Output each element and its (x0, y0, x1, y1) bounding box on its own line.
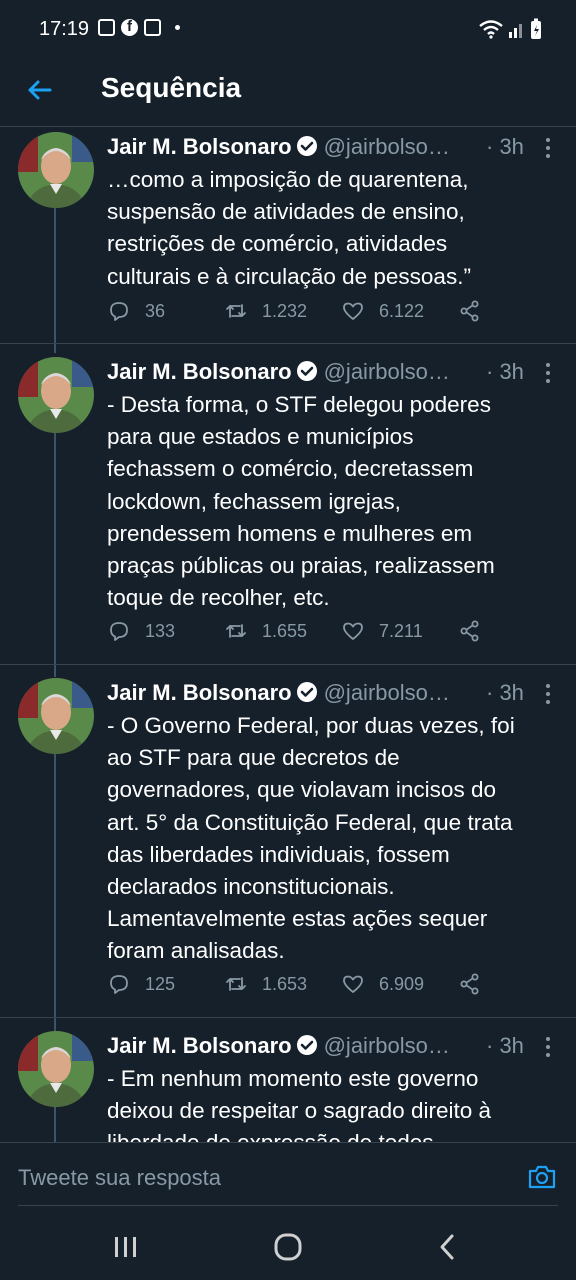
more-options-icon[interactable] (543, 682, 553, 706)
tweet-header: Jair M. Bolsonaro @jairbolso… · 3h (107, 680, 567, 710)
tweet[interactable]: Jair M. Bolsonaro @jairbolso… · 3h - O Go… (0, 678, 576, 1031)
page-title: Sequência (101, 72, 242, 103)
like-count: 6.909 (379, 973, 425, 994)
recent-apps-icon[interactable] (107, 1231, 143, 1263)
verified-icon (296, 361, 317, 381)
heart-icon (343, 302, 363, 320)
author-name[interactable]: Jair M. Bolsonaro (107, 680, 292, 705)
verified-icon (296, 1035, 317, 1055)
app-bar: Sequência (0, 58, 576, 126)
status-bar: 17:19 (0, 0, 576, 58)
heart-icon (343, 622, 363, 640)
reply-icon (110, 622, 128, 641)
like-count: 7.211 (379, 620, 423, 641)
news-icon (144, 19, 161, 36)
home-icon[interactable] (270, 1231, 306, 1263)
author-name[interactable]: Jair M. Bolsonaro (107, 359, 292, 384)
divider (0, 1017, 576, 1018)
reply-input[interactable]: Tweete sua resposta (18, 1165, 221, 1191)
more-options-icon[interactable] (543, 361, 553, 385)
retweet-count: 1.232 (262, 300, 308, 321)
retweet-icon (226, 977, 246, 991)
author-name[interactable]: Jair M. Bolsonaro (107, 134, 292, 159)
tweet-actions: 133 1.655 7.211 (107, 619, 567, 647)
avatar[interactable] (18, 357, 94, 433)
divider (18, 1205, 558, 1206)
avatar[interactable] (18, 132, 94, 208)
share-button[interactable] (458, 299, 482, 323)
battery-icon (531, 18, 541, 39)
like-button[interactable]: 6.122 (341, 299, 424, 323)
like-button[interactable]: 6.909 (341, 972, 424, 996)
tweet-text: - Desta forma, o STF delegou poderes par… (107, 392, 495, 611)
reply-icon (110, 975, 128, 994)
retweet-icon (226, 304, 246, 318)
verified-icon (296, 136, 317, 156)
author-handle[interactable]: @jairbolso… (324, 1033, 450, 1058)
reply-button[interactable]: 133 (107, 619, 175, 643)
heart-icon (343, 975, 363, 993)
share-icon (460, 300, 479, 322)
tweet-text: - O Governo Federal, por duas vezes, foi… (107, 713, 515, 964)
author-handle[interactable]: @jairbolso… (324, 680, 450, 705)
divider (0, 343, 576, 344)
reply-count: 125 (145, 973, 176, 994)
system-icons (478, 18, 542, 40)
tweet-header: Jair M. Bolsonaro @jairbolso… · 3h (107, 1033, 567, 1063)
reply-count: 36 (145, 300, 166, 321)
signal-icon (509, 24, 522, 38)
tweet-time: · 3h (486, 134, 524, 159)
like-button[interactable]: 7.211 (341, 619, 423, 643)
retweet-button[interactable]: 1.655 (224, 619, 307, 643)
avatar[interactable] (18, 1031, 94, 1107)
reply-button[interactable]: 125 (107, 972, 175, 996)
more-notifications-icon (175, 25, 180, 30)
status-time: 17:19 (39, 18, 90, 40)
tweet-text: …como a imposição de quarentena, suspens… (107, 167, 471, 289)
facebook-icon (121, 18, 138, 36)
share-button[interactable] (458, 972, 482, 996)
reply-composer: Tweete sua resposta (0, 1142, 576, 1217)
share-icon (460, 620, 479, 642)
divider (0, 664, 576, 665)
gallery-icon (98, 19, 115, 36)
retweet-count: 1.653 (262, 973, 308, 994)
camera-icon[interactable] (526, 1161, 558, 1193)
tweet-time: · 3h (486, 680, 524, 705)
tweet-actions: 125 1.653 6.909 (107, 972, 567, 1000)
thread-feed[interactable]: Jair M. Bolsonaro @jairbolso… · 3h …como … (0, 127, 576, 1142)
author-name[interactable]: Jair M. Bolsonaro (107, 1033, 292, 1058)
tweet-time: · 3h (486, 1033, 524, 1058)
verified-icon (296, 682, 317, 702)
back-icon[interactable] (430, 1231, 466, 1263)
tweet-header: Jair M. Bolsonaro @jairbolso… · 3h (107, 359, 567, 389)
tweet-time: · 3h (486, 359, 524, 384)
reply-count: 133 (145, 620, 176, 641)
system-nav-bar (0, 1217, 576, 1280)
retweet-icon (226, 624, 246, 638)
wifi-icon (479, 20, 503, 39)
back-arrow-icon[interactable] (22, 72, 58, 108)
author-handle[interactable]: @jairbolso… (324, 134, 450, 159)
tweet[interactable]: Jair M. Bolsonaro @jairbolso… · 3h - Dest… (0, 357, 576, 677)
like-count: 6.122 (379, 300, 425, 321)
avatar[interactable] (18, 678, 94, 754)
author-handle[interactable]: @jairbolso… (324, 359, 450, 384)
more-options-icon[interactable] (543, 1035, 553, 1059)
retweet-count: 1.655 (262, 620, 308, 641)
reply-button[interactable]: 36 (107, 299, 165, 323)
share-button[interactable] (458, 619, 482, 643)
tweet-actions: 36 1.232 6.122 (107, 299, 567, 327)
tweet[interactable]: Jair M. Bolsonaro @jairbolso… · 3h - Em n… (0, 1031, 576, 1142)
retweet-button[interactable]: 1.653 (224, 972, 307, 996)
share-icon (460, 973, 479, 995)
retweet-button[interactable]: 1.232 (224, 299, 307, 323)
tweet[interactable]: Jair M. Bolsonaro @jairbolso… · 3h …como … (0, 132, 576, 358)
reply-icon (110, 302, 128, 321)
tweet-text: - Em nenhum momento este governo deixou … (107, 1066, 491, 1142)
tweet-header: Jair M. Bolsonaro @jairbolso… · 3h (107, 134, 567, 164)
notification-icons (98, 18, 180, 36)
more-options-icon[interactable] (543, 136, 553, 160)
